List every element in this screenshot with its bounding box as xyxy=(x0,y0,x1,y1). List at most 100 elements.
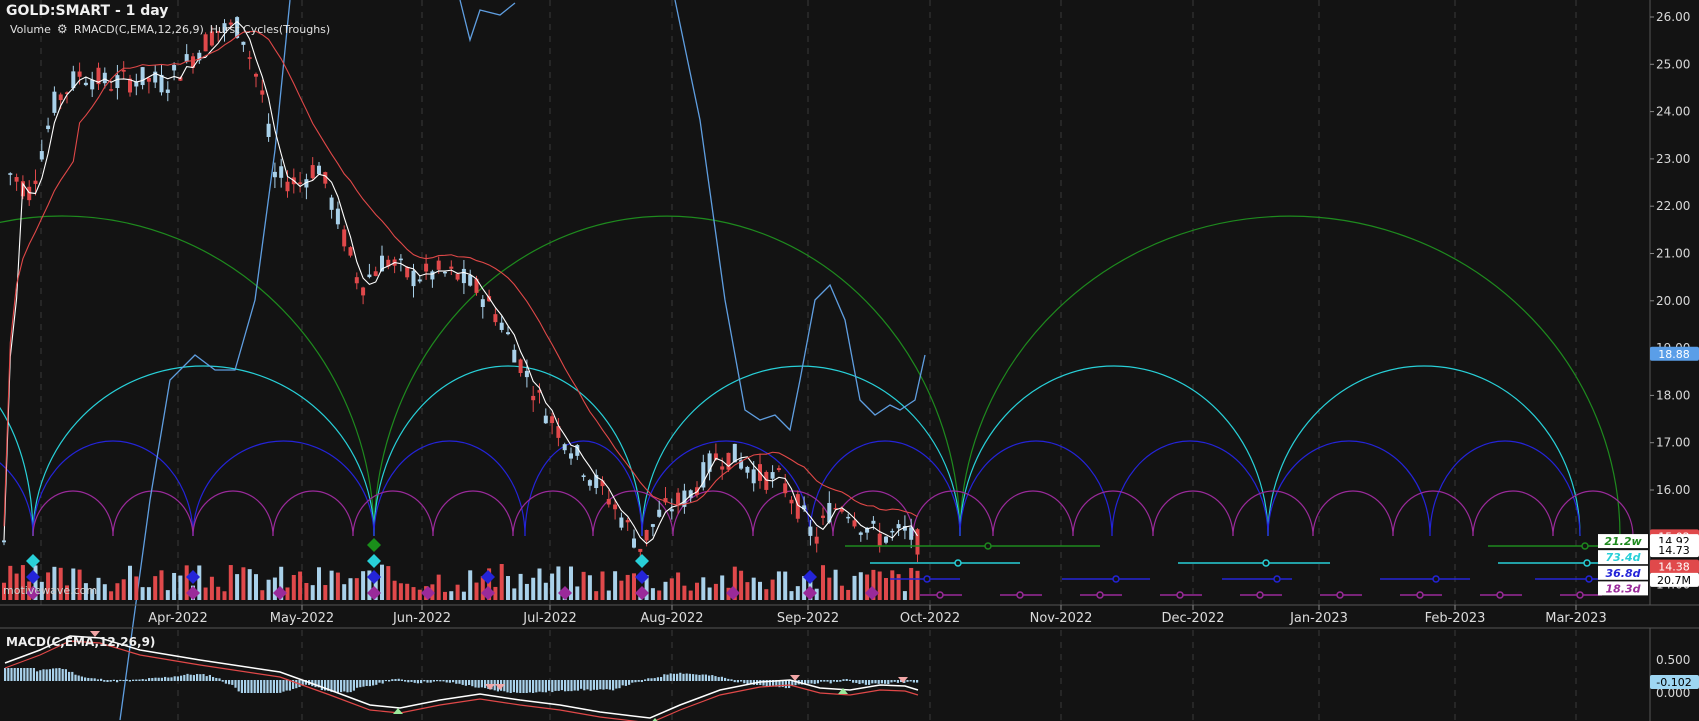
price-label-text: 14.73 xyxy=(1658,544,1690,557)
candle-body xyxy=(776,468,781,471)
projection-purple-center xyxy=(1336,591,1344,599)
macd-hist-bar xyxy=(93,678,96,681)
macd-hist-bar xyxy=(884,680,887,684)
macd-hist-bar xyxy=(628,680,631,685)
volume-bar xyxy=(524,583,529,600)
projection-cyan-center xyxy=(1583,559,1591,567)
candle-body xyxy=(669,509,674,512)
projection-green-center xyxy=(1581,542,1589,550)
candle-body xyxy=(587,480,592,486)
chart-canvas[interactable]: 26.0025.0024.0023.0022.0021.0020.0019.00… xyxy=(0,0,1699,721)
macd-hist-bar xyxy=(695,674,698,681)
macd-hist-bar xyxy=(199,674,202,681)
macd-hist-bar xyxy=(448,680,451,683)
candle-body xyxy=(852,520,857,527)
volume-bar xyxy=(695,582,699,600)
price-tick-label: 16.00 xyxy=(1656,483,1690,497)
macd-hist-bar xyxy=(247,680,250,693)
macd-hist-bar xyxy=(141,679,144,681)
volume-bar xyxy=(228,565,233,600)
volume-bar xyxy=(915,570,920,600)
hurst-arc-blue xyxy=(32,440,194,537)
volume-bar xyxy=(178,575,183,600)
candle-body xyxy=(373,271,378,276)
macd-hist-bar xyxy=(912,680,915,683)
macd-hist-bar xyxy=(733,680,736,683)
rmacd-line xyxy=(674,0,926,432)
macd-hist-bar xyxy=(736,680,739,683)
macd-hist-bar xyxy=(96,679,99,681)
candle-body xyxy=(877,533,882,547)
macd-hist-bar xyxy=(244,680,247,693)
study-volume[interactable]: Volume xyxy=(10,23,51,36)
macd-hist-bar xyxy=(445,680,448,683)
macd-hist-bar xyxy=(432,680,435,682)
volume-bar xyxy=(468,570,473,600)
macd-hist-bar xyxy=(701,674,704,681)
macd-hist-bar xyxy=(861,680,864,684)
macd-hist-bar xyxy=(631,680,634,683)
volume-bar xyxy=(128,565,132,600)
macd-hist-bar xyxy=(653,678,656,681)
candle-body xyxy=(109,89,114,91)
macd-hist-bar xyxy=(388,680,391,682)
macd-hist-bar xyxy=(826,680,829,682)
candle-body xyxy=(726,452,731,470)
price-tick-label: 21.00 xyxy=(1656,247,1690,261)
macd-hist-bar xyxy=(788,680,791,689)
macd-hist-bar xyxy=(586,680,589,690)
macd-hist-bar xyxy=(522,680,525,693)
volume-bar xyxy=(317,567,321,600)
volume-bar xyxy=(543,582,548,600)
volume-bar xyxy=(272,577,277,600)
candle-body xyxy=(436,260,441,270)
macd-hist-bar xyxy=(71,671,74,681)
volume-bar xyxy=(758,581,762,600)
macd-hist-bar xyxy=(349,680,352,693)
macd-hist-bar xyxy=(605,680,608,690)
volume-bar xyxy=(884,578,888,600)
trough-marker-cyan xyxy=(26,554,40,568)
candle-body xyxy=(789,499,794,504)
macd-hist-bar xyxy=(160,677,163,681)
macd-hist-bar xyxy=(474,680,477,688)
candle-body xyxy=(569,453,573,459)
study-hurst[interactable]: Hurst Cycles(Troughs) xyxy=(210,23,330,36)
hurst-arc-cyan xyxy=(373,365,643,537)
candle-body xyxy=(39,151,44,160)
macd-hist-bar xyxy=(666,674,669,681)
time-tick-label: Jul-2022 xyxy=(522,611,576,626)
volume-bar xyxy=(783,571,788,600)
study-rmacd[interactable]: RMACD(C,EMA,12,26,9) xyxy=(74,23,204,36)
macd-hist-bar xyxy=(724,677,727,681)
volume-bar xyxy=(146,587,151,600)
macd-hist-bar xyxy=(144,679,147,681)
macd-hist-bar xyxy=(58,668,61,681)
hurst-arc-purple xyxy=(1472,490,1554,537)
candle-body xyxy=(461,268,466,284)
candle-body xyxy=(184,54,189,62)
macd-hist-bar xyxy=(858,680,861,685)
hurst-arc-purple xyxy=(32,490,114,537)
macd-hist-bar xyxy=(39,670,42,681)
macd-hist-bar xyxy=(119,679,122,681)
macd-hist-bar xyxy=(573,680,576,691)
macd-hist-bar xyxy=(45,669,48,681)
candle-body xyxy=(581,475,586,478)
macd-hist-bar xyxy=(218,678,221,681)
cycle-label-text: 73.4d xyxy=(1605,551,1640,564)
volume-bar xyxy=(222,591,227,600)
volume-bar xyxy=(247,569,252,600)
macd-hist-bar xyxy=(602,680,605,690)
hurst-arc-blue xyxy=(959,440,1113,537)
macd-hist-bar xyxy=(519,680,522,693)
gear-icon[interactable] xyxy=(57,22,68,36)
macd-tick-label: 0.500 xyxy=(1656,653,1690,667)
macd-hist-bar xyxy=(612,680,615,691)
hurst-arc-purple xyxy=(752,490,834,537)
macd-hist-bar xyxy=(90,678,93,681)
candle-body xyxy=(676,492,681,505)
time-tick-label: Jun-2022 xyxy=(392,611,451,626)
macd-hist-bar xyxy=(829,680,832,684)
macd-hist-bar xyxy=(893,680,896,682)
